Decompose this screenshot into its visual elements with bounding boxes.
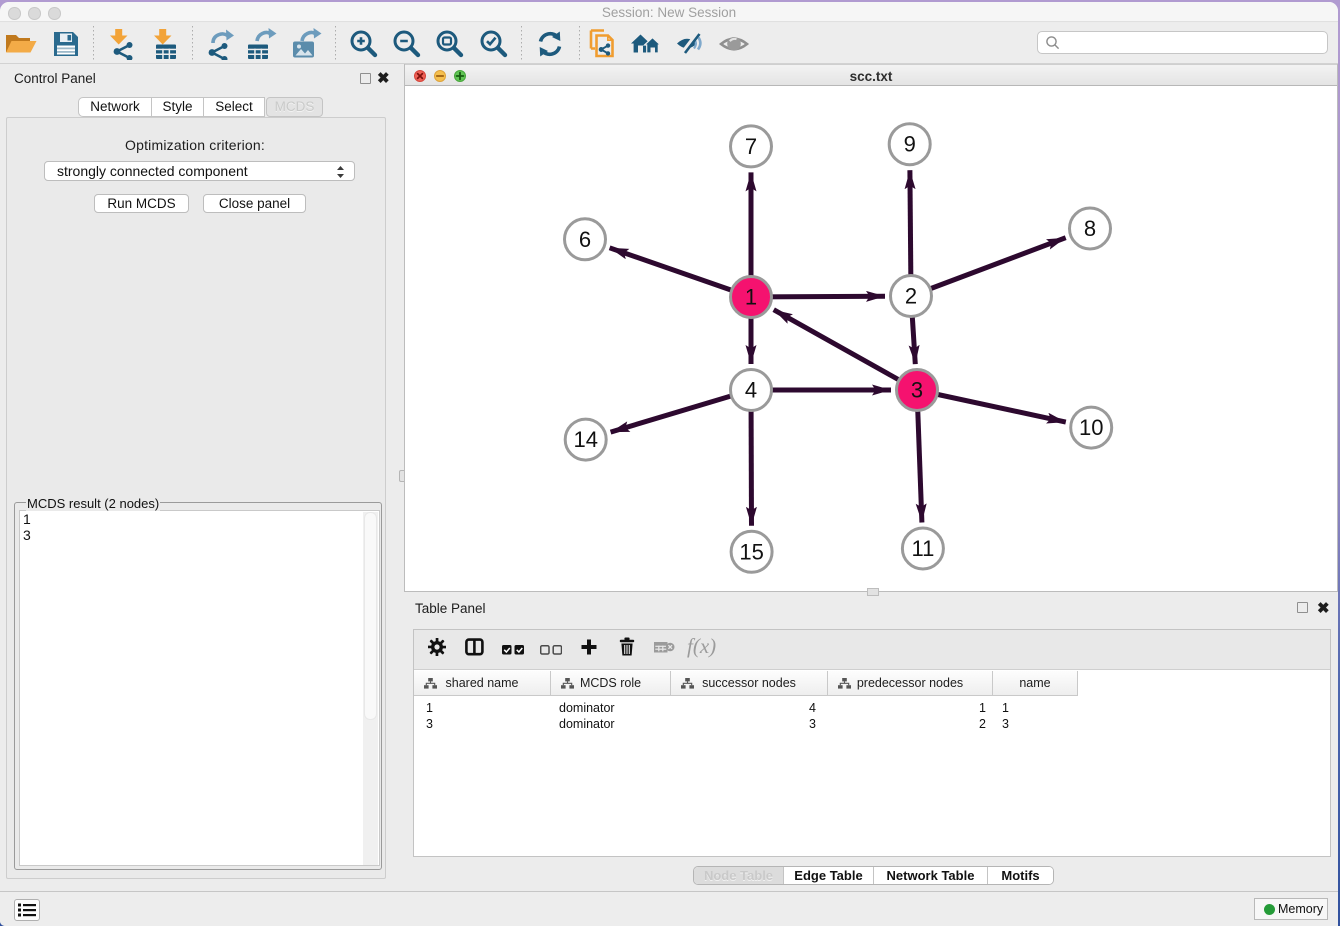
- svg-text:3: 3: [911, 378, 923, 403]
- svg-text:14: 14: [573, 427, 597, 452]
- svg-text:11: 11: [911, 536, 934, 561]
- svg-text:1: 1: [745, 285, 757, 310]
- svg-text:9: 9: [904, 132, 916, 157]
- svg-text:15: 15: [739, 539, 763, 564]
- svg-text:4: 4: [745, 378, 757, 403]
- svg-text:2: 2: [905, 284, 917, 309]
- svg-text:8: 8: [1084, 216, 1096, 241]
- svg-text:7: 7: [745, 134, 757, 159]
- svg-text:6: 6: [579, 227, 591, 252]
- svg-text:10: 10: [1079, 415, 1103, 440]
